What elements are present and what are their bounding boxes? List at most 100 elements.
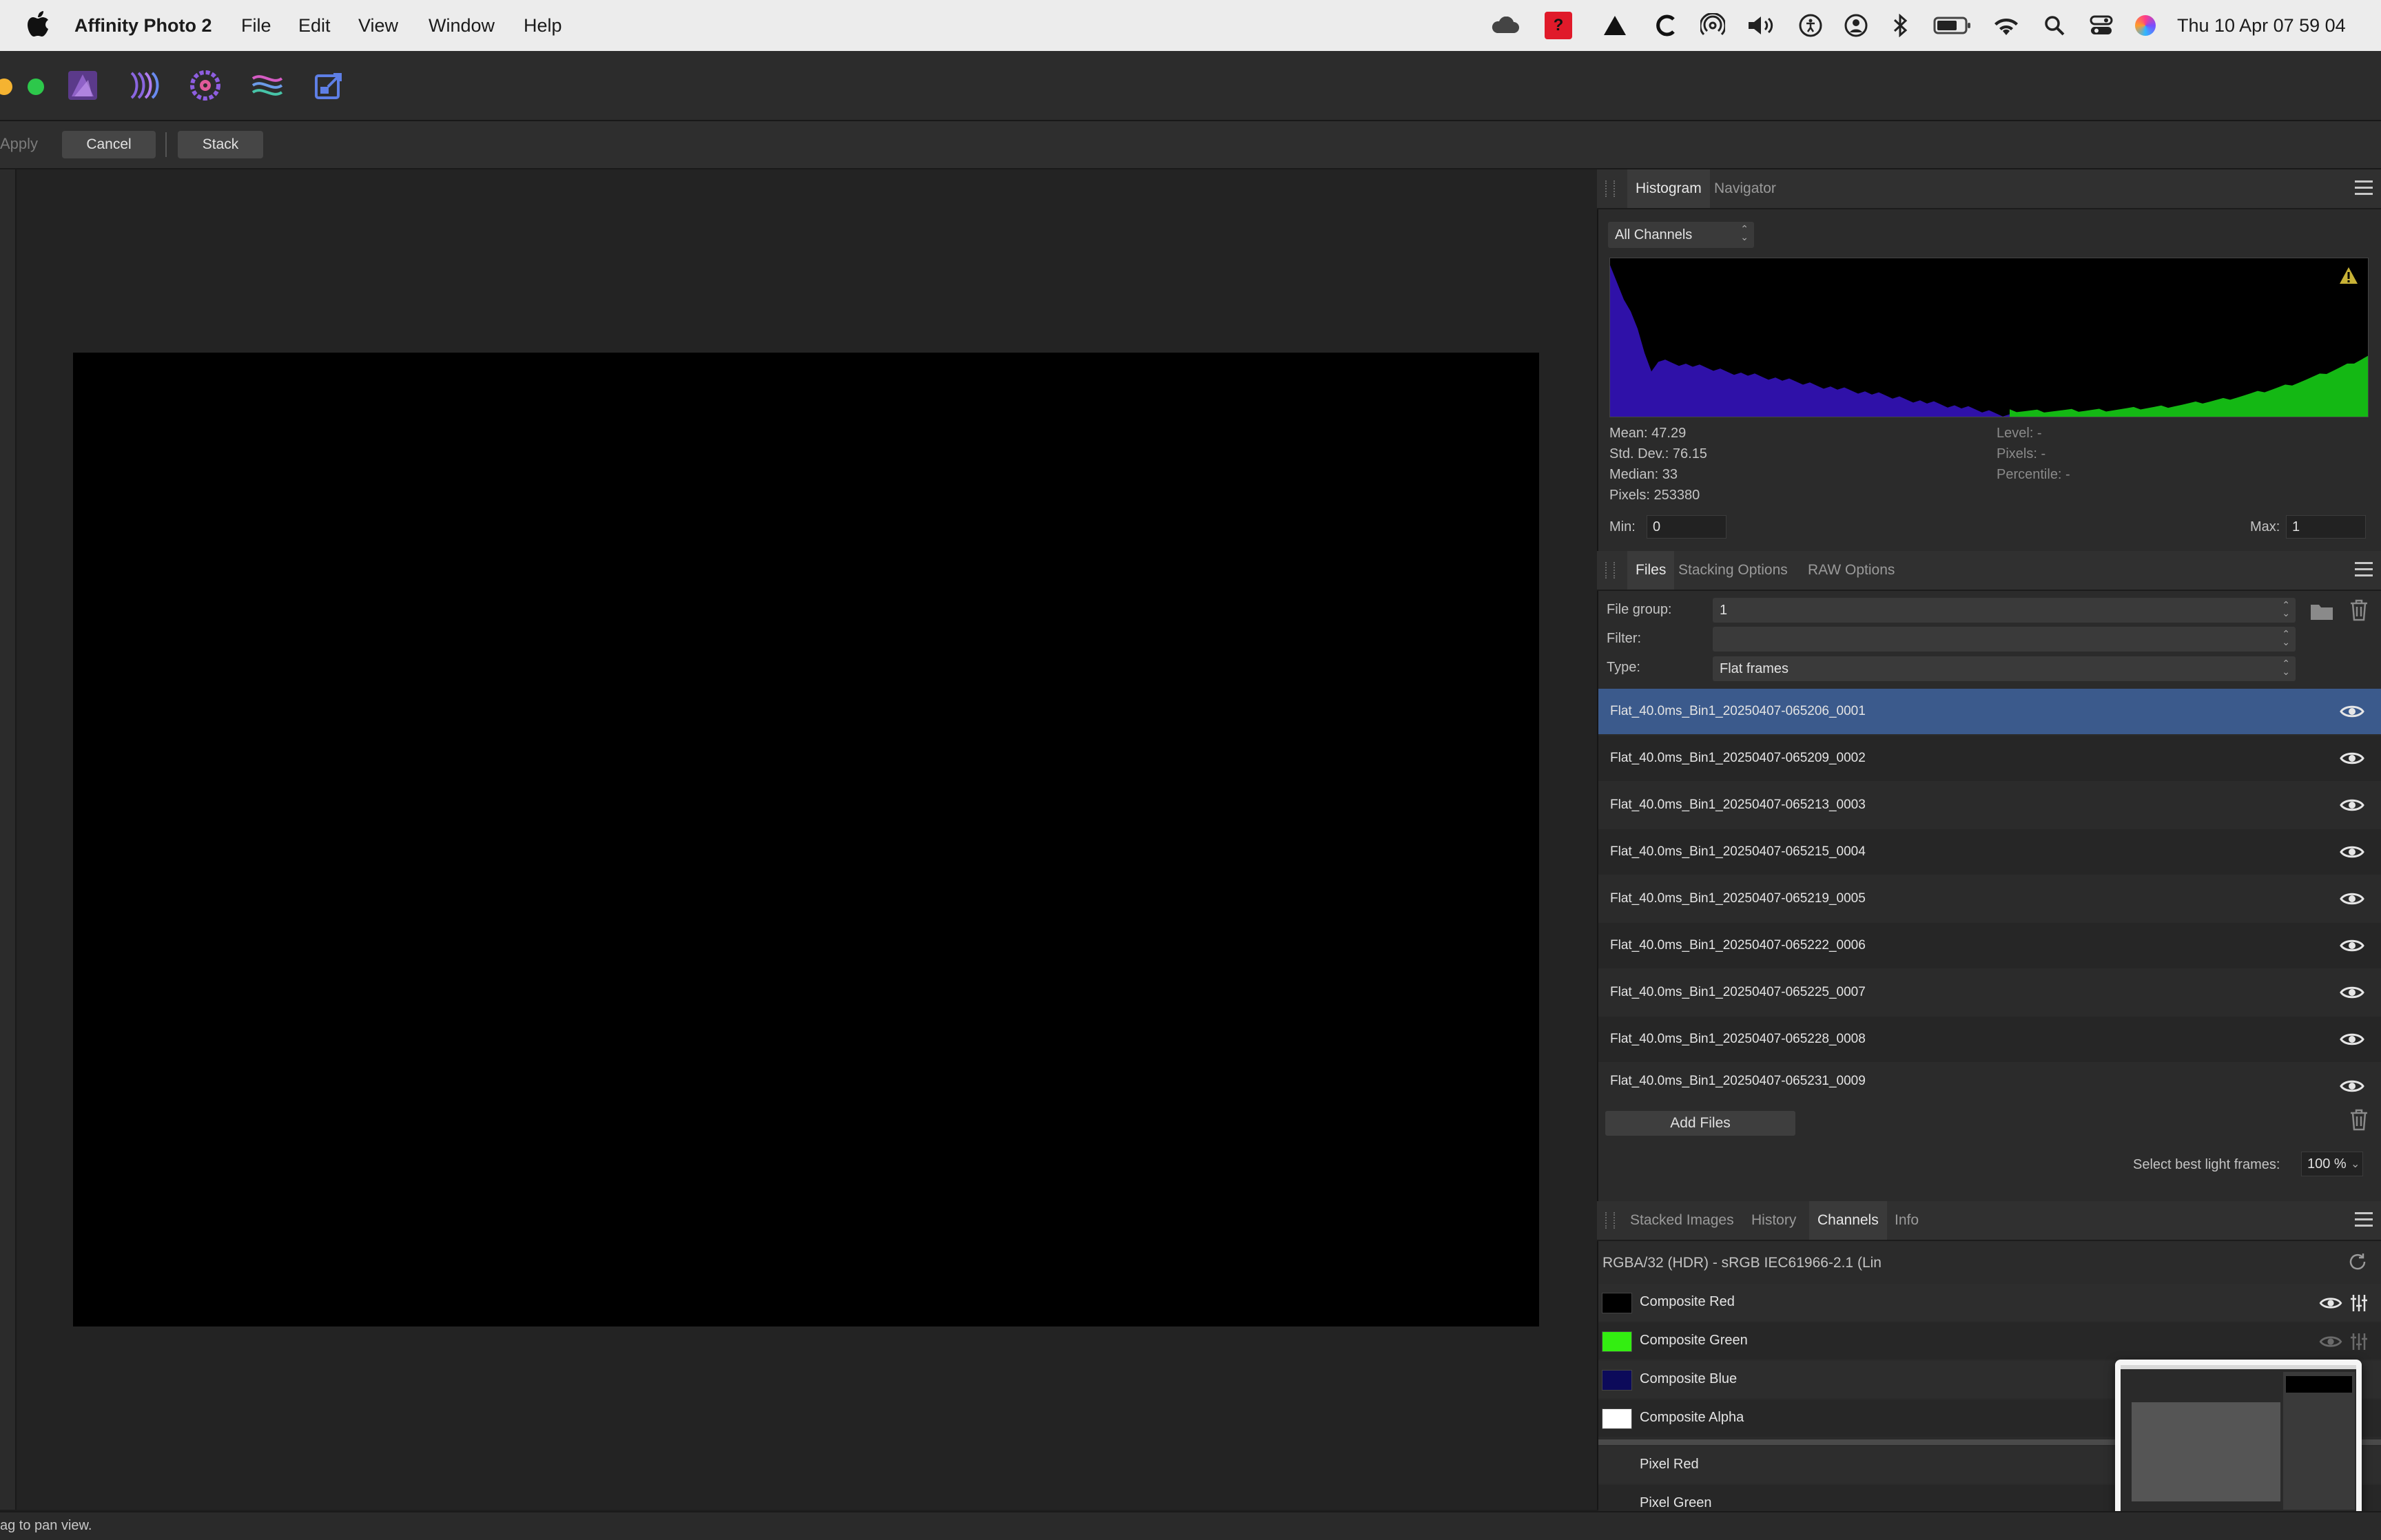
- app-red-icon[interactable]: ?: [1543, 0, 1574, 51]
- warning-icon[interactable]: [2338, 266, 2359, 289]
- channel-name: Composite Alpha: [1640, 1410, 1744, 1425]
- visibility-eye-icon[interactable]: [2340, 703, 2364, 720]
- visibility-eye-icon[interactable]: [2340, 749, 2364, 767]
- channel-row[interactable]: Composite Red: [1598, 1284, 2381, 1321]
- visibility-eye-icon[interactable]: [2340, 984, 2364, 1001]
- channel-adjust-icon[interactable]: [2349, 1332, 2369, 1351]
- file-row[interactable]: Flat_40.0ms_Bin1_20250407-065206_0001: [1598, 689, 2381, 734]
- trash-icon[interactable]: [2349, 599, 2369, 625]
- file-row[interactable]: Flat_40.0ms_Bin1_20250407-065219_0005: [1598, 876, 2381, 922]
- channel-swatch: [1602, 1408, 1632, 1429]
- file-name: Flat_40.0ms_Bin1_20250407-065206_0001: [1610, 704, 1866, 718]
- file-group-select[interactable]: 1 ⌃ ⌄: [1713, 598, 2296, 623]
- panel-grip-icon[interactable]: [1605, 180, 1615, 197]
- menu-view[interactable]: View: [358, 15, 398, 37]
- app-toolbar: [0, 51, 2381, 121]
- stat-percentile: Percentile: -: [1997, 467, 2070, 482]
- stacked-image-preview[interactable]: [73, 353, 1539, 1326]
- visibility-eye-icon[interactable]: [2340, 1077, 2364, 1095]
- hamburger-menu-icon[interactable]: [2355, 180, 2373, 196]
- trash-icon[interactable]: [2349, 1109, 2369, 1134]
- filter-select[interactable]: ⌃ ⌄: [1713, 627, 2296, 652]
- bluetooth-icon[interactable]: [1885, 0, 1915, 51]
- channel-select[interactable]: All Channels ⌃ ⌄: [1608, 222, 1754, 248]
- tab-histogram[interactable]: Histogram: [1627, 169, 1710, 208]
- liquify-persona-icon[interactable]: [125, 66, 164, 105]
- apply-button[interactable]: Apply: [0, 135, 38, 153]
- hamburger-menu-icon[interactable]: [2355, 1212, 2373, 1227]
- tab-navigator[interactable]: Navigator: [1714, 169, 1776, 208]
- file-row[interactable]: Flat_40.0ms_Bin1_20250407-065228_0008: [1598, 1017, 2381, 1062]
- min-input[interactable]: 0: [1647, 515, 1727, 539]
- cancel-button[interactable]: Cancel: [62, 131, 156, 158]
- spotlight-icon[interactable]: [2039, 0, 2070, 51]
- file-group-value: 1: [1720, 602, 1728, 618]
- histogram-panel-tabs: Histogram Navigator: [1597, 169, 2381, 209]
- delta-icon[interactable]: [1600, 0, 1630, 51]
- tab-history[interactable]: History: [1751, 1201, 1796, 1240]
- panel-grip-icon[interactable]: [1605, 1212, 1615, 1229]
- up-down-chevron-icon: ⌃ ⌄: [1740, 223, 1749, 242]
- menu-help[interactable]: Help: [524, 15, 562, 37]
- control-center-icon[interactable]: [2086, 0, 2116, 51]
- airdrop-icon[interactable]: [1698, 0, 1728, 51]
- c-icon[interactable]: [1651, 0, 1681, 51]
- file-row[interactable]: Flat_40.0ms_Bin1_20250407-065215_0004: [1598, 829, 2381, 875]
- visibility-eye-icon[interactable]: [2319, 1295, 2342, 1311]
- menu-window[interactable]: Window: [429, 15, 495, 37]
- visibility-eye-icon[interactable]: [2319, 1333, 2342, 1350]
- files-panel-tabs: Files Stacking Options RAW Options: [1597, 551, 2381, 591]
- wifi-icon[interactable]: [1991, 0, 2021, 51]
- accessibility-icon[interactable]: [1795, 0, 1826, 51]
- add-files-button[interactable]: Add Files: [1605, 1111, 1795, 1136]
- cloud-icon[interactable]: [1490, 0, 1520, 51]
- app-name-menu[interactable]: Affinity Photo 2: [74, 15, 212, 37]
- visibility-eye-icon[interactable]: [2340, 1030, 2364, 1048]
- tab-stacked-images[interactable]: Stacked Images: [1630, 1201, 1734, 1240]
- stack-button[interactable]: Stack: [178, 131, 263, 158]
- channel-row[interactable]: Composite Green: [1598, 1322, 2381, 1360]
- max-input[interactable]: 1: [2286, 515, 2366, 539]
- tab-channels[interactable]: Channels: [1809, 1201, 1887, 1240]
- screenshot-thumbnail[interactable]: [2115, 1360, 2362, 1521]
- menu-file[interactable]: File: [241, 15, 271, 37]
- file-row[interactable]: Flat_40.0ms_Bin1_20250407-065222_0006: [1598, 923, 2381, 968]
- file-row[interactable]: Flat_40.0ms_Bin1_20250407-065231_0009: [1598, 1063, 2381, 1099]
- siri-icon[interactable]: [2130, 0, 2161, 51]
- tab-files[interactable]: Files: [1627, 551, 1675, 590]
- tab-info[interactable]: Info: [1895, 1201, 1919, 1240]
- folder-icon[interactable]: [2309, 601, 2334, 625]
- export-persona-icon[interactable]: [310, 66, 349, 105]
- visibility-eye-icon[interactable]: [2340, 890, 2364, 908]
- file-row[interactable]: Flat_40.0ms_Bin1_20250407-065225_0007: [1598, 970, 2381, 1015]
- file-row[interactable]: Flat_40.0ms_Bin1_20250407-065213_0003: [1598, 782, 2381, 828]
- visibility-eye-icon[interactable]: [2340, 796, 2364, 814]
- file-name: Flat_40.0ms_Bin1_20250407-065213_0003: [1610, 798, 1866, 812]
- volume-icon[interactable]: [1746, 0, 1776, 51]
- tone-mapping-persona-icon[interactable]: [248, 66, 287, 105]
- tools-panel-edge[interactable]: [0, 169, 17, 1510]
- panel-grip-icon[interactable]: [1605, 562, 1615, 579]
- up-down-chevron-icon: ⌃ ⌄: [2282, 658, 2290, 677]
- tab-stacking-options[interactable]: Stacking Options: [1678, 551, 1788, 590]
- type-select[interactable]: Flat frames ⌃ ⌄: [1713, 656, 2296, 681]
- tab-raw-options[interactable]: RAW Options: [1808, 551, 1895, 590]
- hamburger-menu-icon[interactable]: [2355, 562, 2373, 577]
- channel-select-value: All Channels: [1615, 227, 1693, 242]
- apple-icon[interactable]: [28, 11, 50, 37]
- stat-level: Level: -: [1997, 426, 2042, 441]
- menu-edit[interactable]: Edit: [298, 15, 331, 37]
- channel-adjust-icon[interactable]: [2349, 1293, 2369, 1313]
- zoom-window-button[interactable]: [28, 79, 44, 95]
- visibility-eye-icon[interactable]: [2340, 937, 2364, 955]
- photo-persona-icon[interactable]: [63, 66, 102, 105]
- user-icon[interactable]: [1841, 0, 1871, 51]
- file-name: Flat_40.0ms_Bin1_20250407-065215_0004: [1610, 844, 1866, 859]
- battery-icon[interactable]: [1930, 0, 1975, 51]
- visibility-eye-icon[interactable]: [2340, 843, 2364, 861]
- develop-persona-icon[interactable]: [186, 66, 225, 105]
- file-row[interactable]: Flat_40.0ms_Bin1_20250407-065209_0002: [1598, 736, 2381, 781]
- refresh-icon[interactable]: [2348, 1252, 2367, 1275]
- menubar-clock[interactable]: Thu 10 Apr 07 59 04: [2177, 15, 2346, 37]
- chevron-down-icon[interactable]: ⌄: [2351, 1157, 2360, 1171]
